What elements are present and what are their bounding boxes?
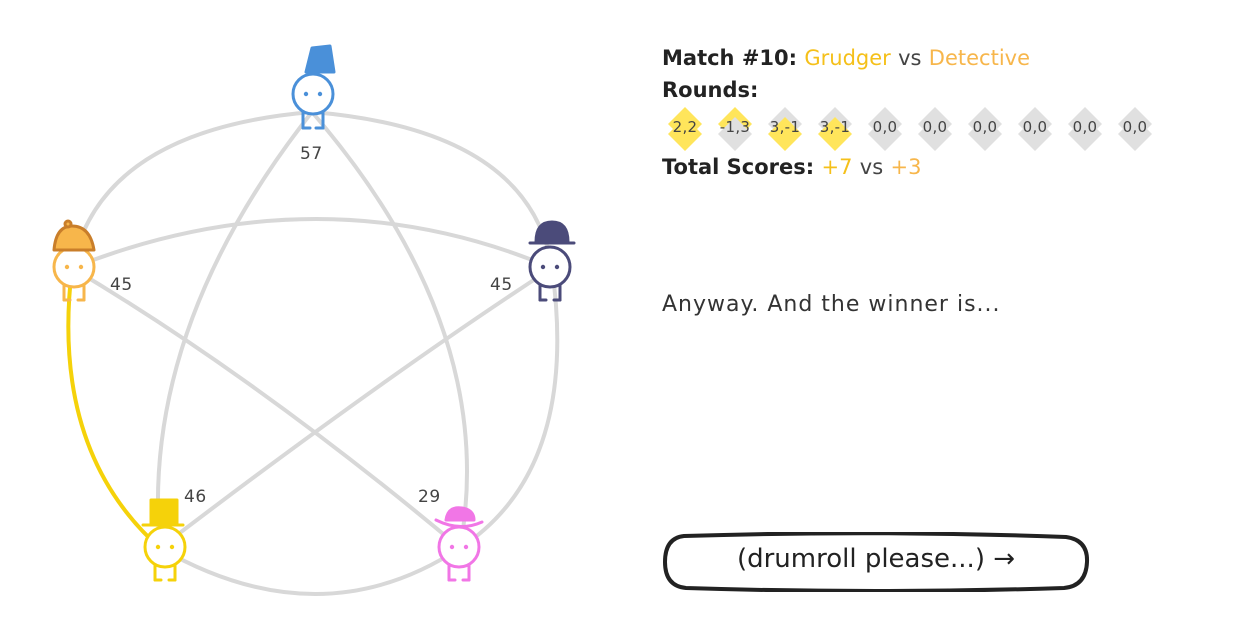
tournament-arcs — [52, 44, 576, 596]
round-chip: 0,0 — [862, 107, 908, 151]
bowler-hat-icon — [534, 220, 570, 244]
match-panel: Match #10: Grudger vs Detective Rounds: … — [662, 42, 1222, 182]
match-player2: Detective — [928, 46, 1031, 70]
round-chip: 0,0 — [962, 107, 1008, 151]
score-cooperator: 29 — [418, 487, 441, 507]
drumroll-button-label: (drumroll please...) → — [736, 544, 1016, 574]
arc-copycat-cooperator — [310, 110, 470, 549]
total-scores: Total Scores: +7 vs +3 — [662, 152, 1222, 182]
arc-detective-cooperator — [70, 266, 462, 550]
round-score: 3,-1 — [769, 118, 801, 136]
sun-hat-icon — [444, 506, 476, 522]
totals-p1: +7 — [821, 155, 853, 179]
score-copycat: 57 — [300, 144, 323, 164]
round-chip: -1,3 — [712, 107, 758, 151]
match-player1: Grudger — [804, 46, 891, 70]
round-score: -1,3 — [719, 118, 751, 136]
round-chip: 2,2 — [662, 107, 708, 151]
arc-copycat-detective — [70, 110, 313, 269]
arc-grudger-cooperator — [159, 546, 462, 596]
score-grudger: 46 — [184, 487, 207, 507]
round-score: 0,0 — [972, 118, 998, 136]
totals-vs: vs — [859, 155, 884, 179]
player-detective — [52, 219, 96, 302]
copycat-head — [291, 72, 335, 116]
fez-hat-icon — [304, 44, 336, 74]
round-score: 0,0 — [1072, 118, 1098, 136]
player-cooperator — [434, 506, 484, 582]
round-score: 0,0 — [1122, 118, 1148, 136]
round-score: 0,0 — [1022, 118, 1048, 136]
round-chip: 0,0 — [1062, 107, 1108, 151]
match-vs: vs — [898, 46, 922, 70]
arc-copycat-cheater — [311, 110, 554, 269]
match-label: Match #10: — [662, 46, 798, 70]
rounds-list: 2,2 -1,3 3,-1 3,-1 0,0 0,0 0,0 0,0 0,0 0,0 — [662, 107, 1222, 151]
player-grudger — [141, 498, 187, 582]
round-chip: 0,0 — [1112, 107, 1158, 151]
round-chip: 0,0 — [1012, 107, 1058, 151]
round-score: 0,0 — [922, 118, 948, 136]
deerstalker-hat-icon — [52, 224, 96, 252]
round-chip: 3,-1 — [762, 107, 808, 151]
tournament-diagram: 57 45 29 46 45 — [0, 0, 640, 640]
score-cheater: 45 — [490, 275, 513, 295]
arc-detective-grudger-active — [66, 267, 162, 550]
top-hat-icon — [149, 498, 179, 526]
round-chip: 3,-1 — [812, 107, 858, 151]
rounds-label: Rounds: — [662, 78, 759, 102]
totals-label: Total Scores: — [662, 155, 815, 179]
score-detective: 45 — [110, 275, 133, 295]
drumroll-button[interactable]: (drumroll please...) → — [662, 532, 1090, 592]
arc-detective-cheater — [71, 217, 553, 270]
match-heading: Match #10: Grudger vs Detective — [662, 42, 1222, 75]
round-score: 2,2 — [672, 118, 698, 136]
arc-copycat-grudger — [155, 110, 314, 549]
round-chip: 0,0 — [912, 107, 958, 151]
arc-cheater-cooperator — [458, 267, 560, 550]
arc-cheater-grudger — [158, 266, 554, 550]
player-cheater — [528, 220, 576, 302]
round-score: 3,-1 — [819, 118, 851, 136]
round-score: 0,0 — [872, 118, 898, 136]
totals-p2: +3 — [890, 155, 922, 179]
narration-text: Anyway. And the winner is... — [662, 292, 1001, 317]
